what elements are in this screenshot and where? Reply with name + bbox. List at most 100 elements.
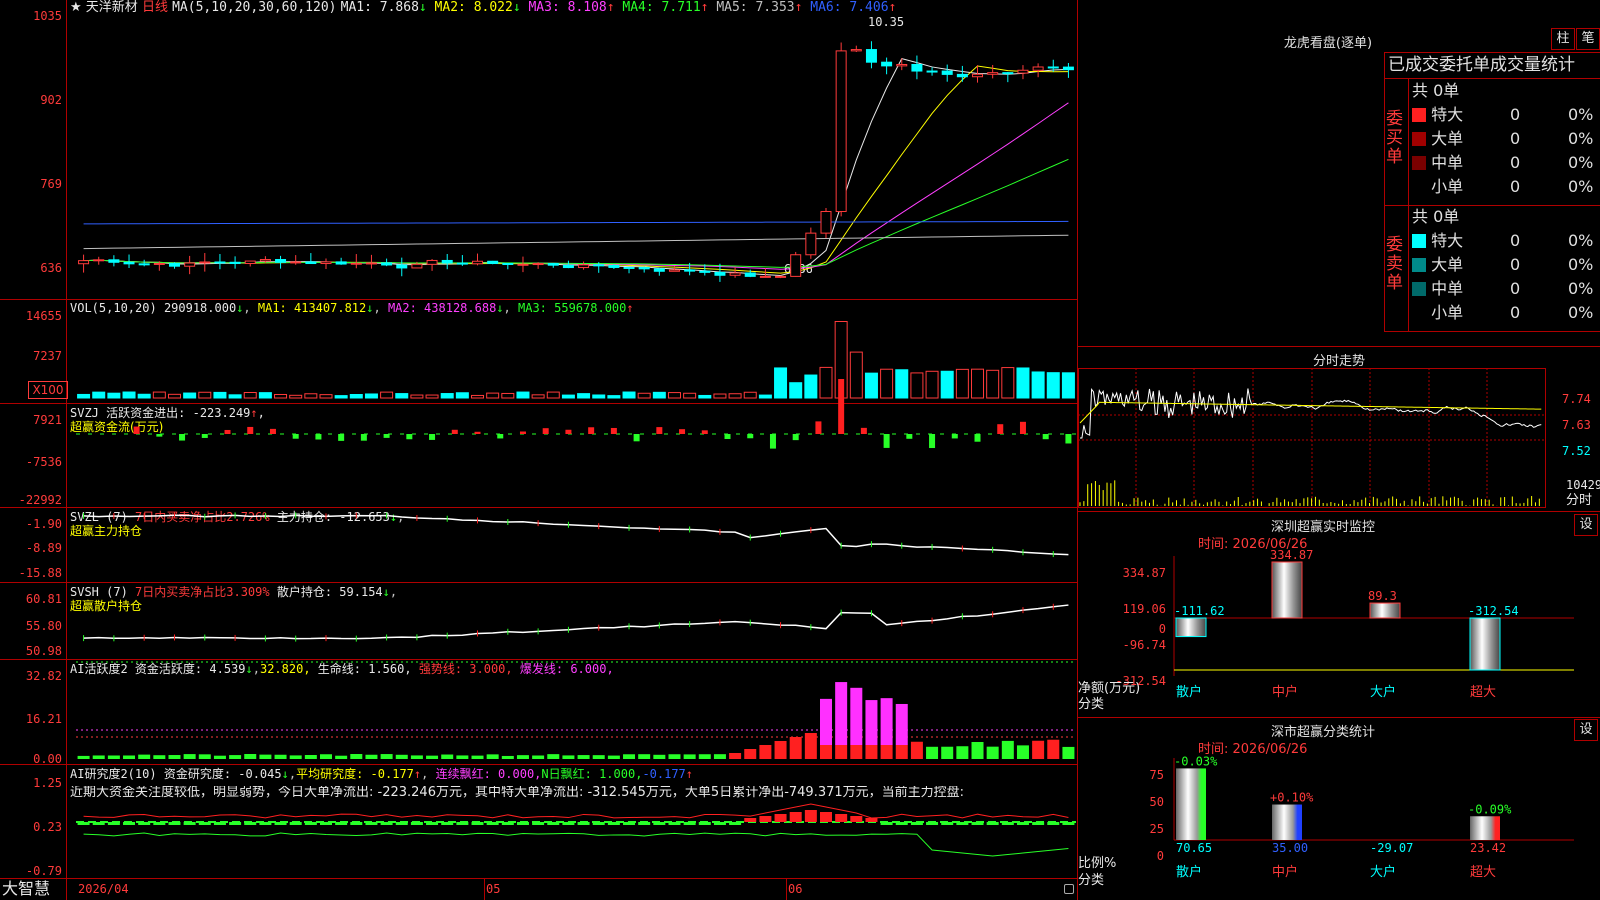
- ss-ratio-bar-chart[interactable]: -0.03% 70.65 散户 +0.10% 35.00 中户 -29.07 大户 -0.09%…: [1173, 754, 1594, 900]
- svzl-y-3: -15.88: [18, 566, 62, 580]
- activity-bar: [698, 754, 711, 759]
- research-bar: [304, 822, 317, 825]
- sz-net-bar-chart[interactable]: -111.62 散户 334.87 中户 89.3 大户 -312.54 超大: [1173, 548, 1594, 716]
- lhb-subtitle: 已成交委托单成交量统计: [1388, 55, 1575, 75]
- research-chart[interactable]: [76, 800, 1076, 878]
- activity-bar: [274, 754, 287, 759]
- ai2-header: AI研究度2(10) 资金研究度: -0.045↓,平均研究度: -0.177↑…: [70, 767, 694, 781]
- ss-settings-button[interactable]: 设: [1574, 719, 1598, 741]
- research-bar: [320, 822, 332, 825]
- research-bar: [168, 822, 181, 825]
- period-label[interactable]: 日线: [142, 0, 168, 15]
- activity-bar: [835, 682, 848, 745]
- vol-bar: [1016, 367, 1030, 399]
- vol-bar: [213, 391, 227, 399]
- svzj-y-2: -7536: [25, 455, 62, 469]
- tick-mode-button[interactable]: 笔: [1576, 28, 1600, 50]
- retail-holding-chart[interactable]: [76, 583, 1076, 659]
- svzj-y-1: 7921: [33, 413, 62, 427]
- activity-bar: [153, 755, 166, 759]
- research-bar: [941, 822, 954, 825]
- ss-title-bar: [1078, 717, 1600, 718]
- vol-bar: [561, 394, 575, 399]
- activity-bar: [577, 755, 590, 759]
- vol-bar: [683, 392, 697, 399]
- activity-bar: [820, 698, 832, 745]
- vol-bar: [1061, 372, 1075, 399]
- candle-body: [668, 269, 680, 272]
- ss-cat-label: 中户: [1272, 864, 1298, 880]
- flow-bar: [1019, 421, 1026, 434]
- candle-body: [153, 262, 165, 265]
- flow-bar: [974, 434, 981, 442]
- research-bar: [729, 822, 742, 825]
- ss-y-2: 25: [1149, 822, 1164, 836]
- candle-body: [517, 263, 529, 266]
- activity-bar: [365, 754, 378, 759]
- research-bar: [213, 822, 226, 825]
- sz-settings-button[interactable]: 设: [1574, 514, 1598, 536]
- buy-side-label: 委买单: [1386, 109, 1403, 167]
- activity-bar: [92, 755, 105, 759]
- vol-bar: [864, 372, 878, 399]
- lock-icon[interactable]: [1064, 884, 1074, 894]
- candle-body: [487, 260, 499, 264]
- holding-line: [83, 604, 1069, 640]
- main-y-1035: 1035: [33, 9, 62, 23]
- research-bar: [759, 816, 772, 822]
- intraday-chart[interactable]: [1078, 368, 1546, 508]
- flow-bar: [701, 430, 708, 434]
- chart-area[interactable]: ★ 天洋新材 日线 MA(5,10,20,30,60,120) MA1: 7.8…: [0, 0, 1078, 900]
- flow-bar: [224, 429, 231, 434]
- research-bar: [956, 822, 969, 825]
- activity-bar: [107, 755, 120, 759]
- row-name: 小单: [1426, 177, 1464, 196]
- flow-bar: [179, 434, 186, 441]
- candle-body: [441, 259, 453, 264]
- vol-bar: [607, 395, 621, 399]
- ss-ratio-label: 比例%: [1078, 856, 1117, 871]
- sz-y-3: -96.74: [1122, 638, 1166, 652]
- flow-bar: [838, 379, 845, 434]
- research-line: [83, 803, 1069, 819]
- star-icon[interactable]: ★: [70, 0, 82, 15]
- activity-bar: [441, 754, 454, 759]
- flow-bar: [360, 434, 367, 441]
- vol-bar: [137, 393, 151, 399]
- research-bar: [92, 822, 105, 825]
- activity-bar: [213, 755, 226, 759]
- flow-bar: [997, 424, 1004, 434]
- activity-bar: [971, 741, 984, 759]
- candle-body: [956, 73, 968, 78]
- volume-chart[interactable]: [76, 312, 1076, 402]
- ss-top-label: +0.10%: [1270, 791, 1314, 805]
- vol-bar: [258, 392, 272, 399]
- holding-line: [83, 514, 1069, 556]
- vol-bar: [183, 392, 197, 399]
- activity-bar: [410, 755, 423, 759]
- candle-body: [972, 73, 984, 78]
- sz-title: 深圳超赢实时监控: [1270, 520, 1375, 535]
- fund-flow-chart[interactable]: [76, 379, 1076, 507]
- bar-mode-button[interactable]: 柱: [1551, 28, 1575, 50]
- flow-bar: [406, 434, 413, 440]
- sz-bar-label: -111.62: [1174, 604, 1225, 618]
- candle-body: [699, 270, 711, 273]
- row-name: 中单: [1426, 153, 1464, 172]
- candlestick-chart[interactable]: [76, 20, 1076, 298]
- flow-bar: [542, 428, 549, 434]
- research-bar: [971, 822, 984, 825]
- activity-bar: [941, 746, 954, 759]
- activity-bar: [562, 755, 575, 759]
- vol-bar: [955, 368, 969, 399]
- candle-body: [93, 259, 105, 262]
- ma-value-3: MA3: 8.108: [520, 0, 607, 15]
- ma-arrow-4: ↑: [700, 0, 709, 15]
- x-month-05: 05: [486, 882, 501, 896]
- stock-name: 天洋新材: [85, 0, 138, 15]
- activity-bar: [259, 754, 272, 759]
- main-holding-chart[interactable]: [76, 508, 1076, 582]
- activity-bar: [1032, 740, 1045, 759]
- activity-chart[interactable]: [76, 660, 1076, 764]
- activity-bar: [713, 754, 726, 759]
